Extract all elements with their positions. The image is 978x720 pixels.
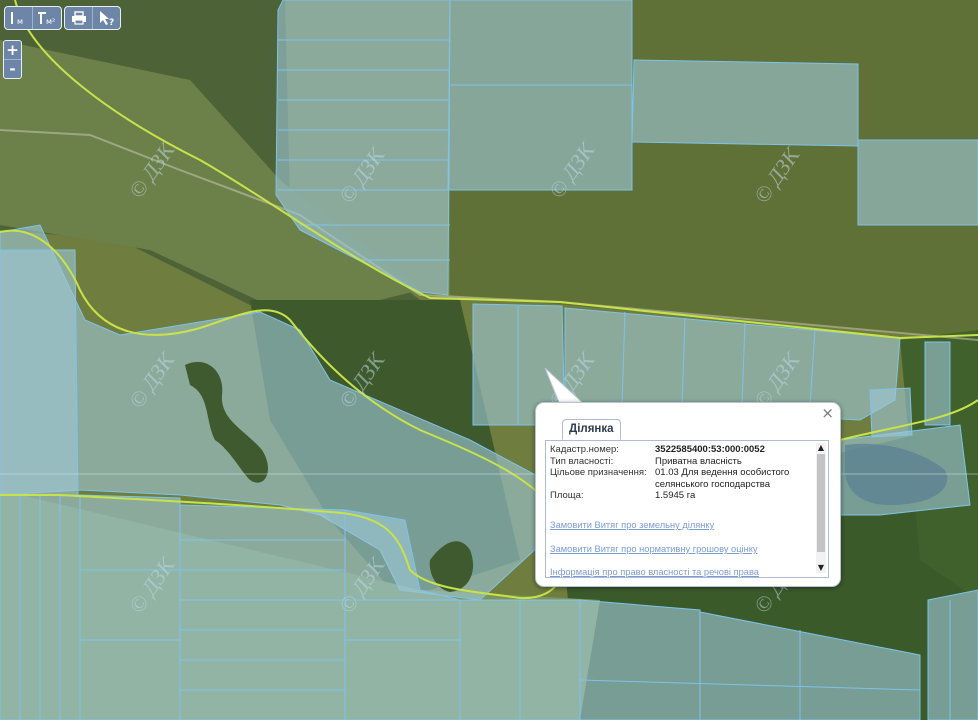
measure-length-button[interactable]: м — [5, 7, 32, 29]
svg-text:м: м — [17, 17, 23, 26]
popup-content: Кадастр.номер: 3522585400:53:000:0052 Ти… — [545, 440, 829, 578]
area-value: 1.5945 га — [655, 490, 696, 501]
attribute-row-ownership: Тип власності: Приватна власність — [550, 456, 815, 468]
purpose-value: 01.03 Для ведення особистого селянського… — [655, 467, 790, 490]
attribute-row-area: Площа: 1.5945 га — [550, 490, 815, 502]
zoom-control: + - — [3, 40, 22, 79]
parcel-attributes-table: Кадастр.номер: 3522585400:53:000:0052 Ти… — [550, 444, 815, 502]
parcel-sw-3 — [179, 504, 346, 720]
close-popup-button[interactable]: × — [821, 405, 834, 421]
attribute-row-purpose: Цільове призначення: 01.03 Для ведення о… — [550, 467, 815, 490]
parcel-se — [927, 589, 978, 720]
measure-toolbar: м м² — [4, 6, 62, 30]
ownership-type-value: Приватна власність — [655, 455, 742, 467]
attribute-key: Цільове призначення: — [550, 467, 647, 478]
parcel-east-tiny — [869, 387, 913, 438]
attribute-row-cadastral-number: Кадастр.номер: 3522585400:53:000:0052 — [550, 444, 815, 456]
zoom-in-button[interactable]: + — [4, 41, 21, 59]
ownership-rights-info-link[interactable]: Інформація про право власності та речові… — [550, 567, 759, 577]
ruler-area-icon: м² — [37, 12, 55, 26]
ruler-length-icon: м — [10, 12, 23, 26]
order-parcel-extract-link[interactable]: Замовити Витяг про земельну ділянку — [550, 520, 714, 530]
attribute-key: Кадастр.номер: — [550, 444, 619, 455]
popup-scrollbar[interactable]: ▲ ▼ — [816, 443, 826, 573]
attribute-key: Площа: — [550, 490, 584, 501]
scrollbar-thumb[interactable] — [817, 454, 825, 552]
print-button[interactable] — [65, 7, 92, 29]
tools-toolbar: ? — [64, 6, 121, 30]
zoom-out-button[interactable]: - — [4, 59, 21, 78]
scroll-up-icon[interactable]: ▲ — [817, 444, 825, 452]
parcel-east-small — [924, 341, 951, 426]
svg-text:м²: м² — [46, 17, 55, 26]
parcel-north-center — [447, 0, 633, 191]
scroll-down-icon[interactable]: ▼ — [817, 564, 825, 572]
cursor-question-icon: ? — [99, 11, 114, 26]
parcel-info-popup: × Ділянка Кадастр.номер: 3522585400:53:0… — [535, 402, 841, 587]
order-valuation-extract-link[interactable]: Замовити Витяг про нормативну грошову оц… — [550, 544, 758, 554]
identify-button[interactable]: ? — [92, 7, 120, 29]
parcel-west — [0, 249, 79, 496]
measure-area-button[interactable]: м² — [32, 7, 60, 29]
cadastral-number-value: 3522585400:53:000:0052 — [655, 444, 765, 455]
parcel-northeast-2 — [857, 139, 978, 226]
printer-icon — [71, 11, 86, 25]
attribute-key: Тип власності: — [550, 455, 614, 467]
parcel-south-2 — [579, 599, 701, 720]
tab-parcel[interactable]: Ділянка — [562, 419, 621, 440]
svg-text:?: ? — [109, 18, 114, 26]
map-canvas[interactable]: © ДЗК © ДЗК © ДЗК © ДЗК © ДЗК © ДЗК © ДЗ… — [0, 0, 978, 720]
parcel-northeast-1 — [631, 59, 859, 147]
